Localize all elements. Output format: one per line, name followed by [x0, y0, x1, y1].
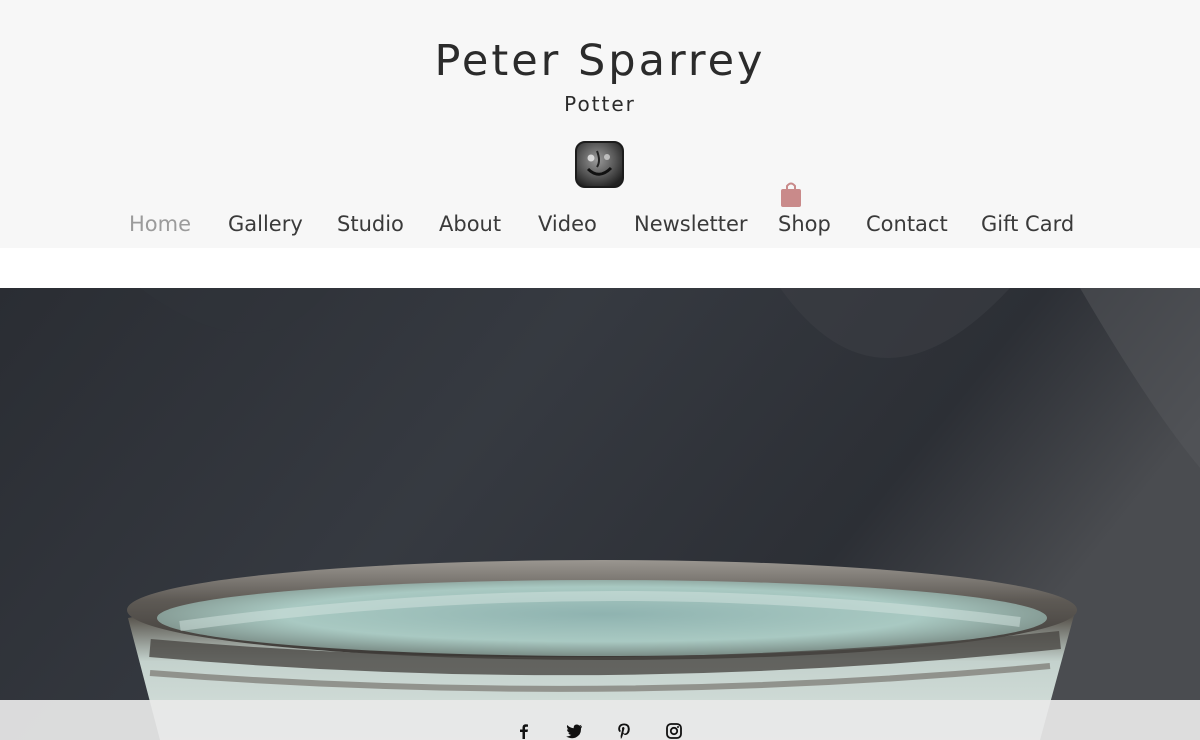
facebook-icon[interactable] — [515, 722, 533, 740]
hero-bowl-image — [0, 288, 1200, 740]
pinterest-icon[interactable] — [615, 722, 633, 740]
nav-item-about[interactable]: About — [439, 212, 501, 236]
nav-item-contact[interactable]: Contact — [866, 212, 948, 236]
shopping-bag-icon[interactable] — [780, 181, 802, 208]
nav-item-studio[interactable]: Studio — [337, 212, 404, 236]
site-subtitle: Potter — [564, 92, 636, 116]
instagram-icon[interactable] — [665, 722, 683, 740]
nav-item-video[interactable]: Video — [538, 212, 597, 236]
social-bar — [0, 700, 1200, 740]
site-header: Peter Sparrey Potter Home Gallery Studio… — [0, 0, 1200, 248]
nav-item-home[interactable]: Home — [129, 212, 191, 236]
nav-item-gallery[interactable]: Gallery — [228, 212, 303, 236]
site-title[interactable]: Peter Sparrey — [0, 36, 1200, 86]
main-nav: Home Gallery Studio About Video Newslett… — [0, 212, 1200, 244]
twitter-icon[interactable] — [565, 722, 583, 740]
nav-item-gift-card[interactable]: Gift Card — [981, 212, 1074, 236]
nav-item-shop[interactable]: Shop — [778, 212, 831, 236]
nav-item-newsletter[interactable]: Newsletter — [634, 212, 748, 236]
face-seal-logo[interactable] — [573, 139, 626, 190]
